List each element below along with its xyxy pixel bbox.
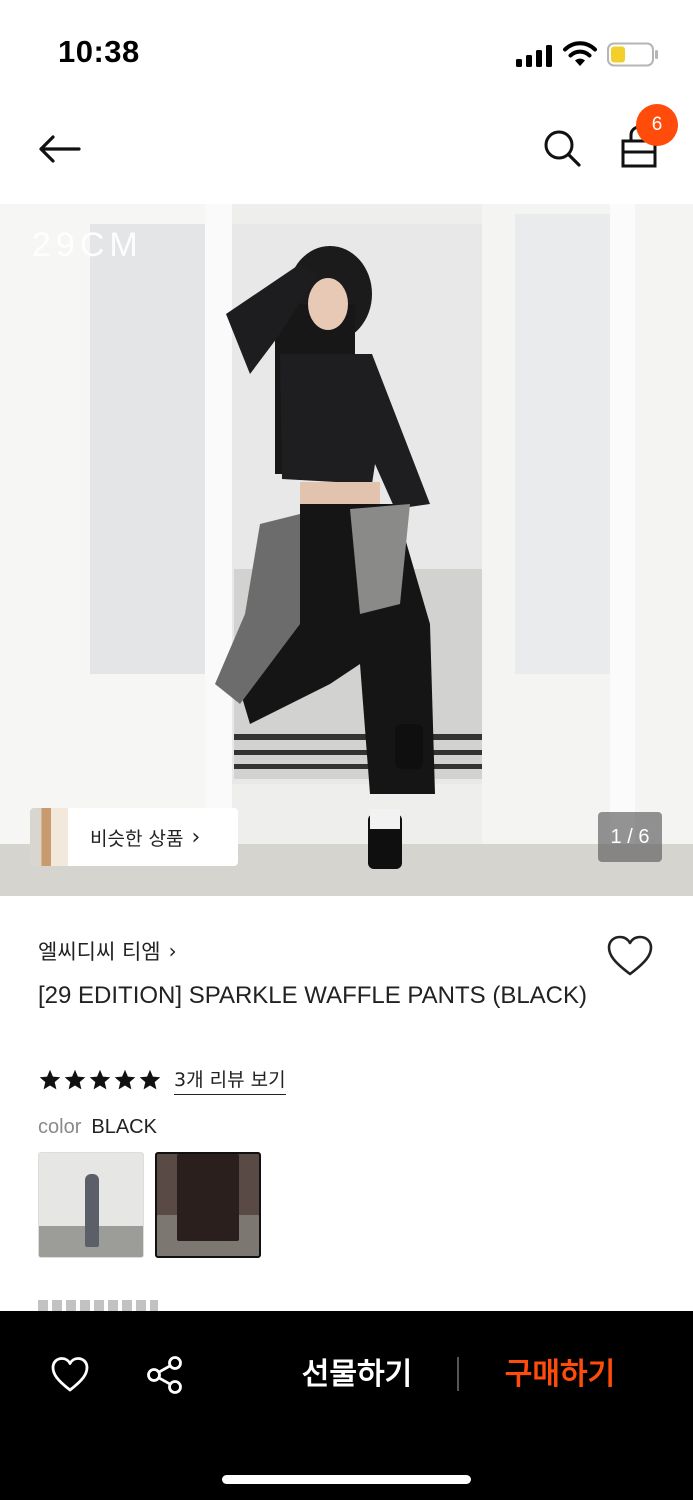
product-title: [29 EDITION] SPARKLE WAFFLE PANTS (BLACK…: [38, 982, 588, 1009]
color-swatch-gray[interactable]: [38, 1152, 144, 1258]
brand-name: 엘씨디씨 티엠: [38, 940, 161, 964]
product-photo: [0, 204, 693, 896]
status-time: 10:38: [58, 34, 140, 69]
star-icon: [139, 1069, 161, 1090]
home-indicator[interactable]: [222, 1475, 471, 1484]
bottom-action-bar: 선물하기 구매하기: [0, 1311, 693, 1500]
chevron-right-icon: ›: [191, 824, 201, 850]
share-button[interactable]: [146, 1355, 184, 1395]
similar-products-button[interactable]: 비슷한 상품 ›: [30, 808, 238, 866]
like-button[interactable]: [50, 1355, 90, 1395]
rating-row: 3개 리뷰 보기: [38, 1064, 286, 1096]
brand-watermark-logo: 29CM: [32, 226, 143, 264]
search-button[interactable]: [538, 122, 586, 174]
cart-count-badge: 6: [636, 104, 678, 146]
back-button[interactable]: [34, 124, 84, 174]
star-icon: [114, 1069, 136, 1090]
app-header: [0, 100, 693, 204]
status-bar: 10:38: [0, 0, 693, 100]
wifi-icon: [563, 41, 597, 66]
heart-icon: [51, 1357, 89, 1392]
battery-icon: [607, 42, 658, 67]
wishlist-button[interactable]: [606, 934, 654, 978]
share-icon: [147, 1356, 182, 1394]
brand-link[interactable]: 엘씨디씨 티엠 ›: [38, 936, 177, 966]
color-swatch-black-selected[interactable]: [155, 1152, 261, 1258]
divider: [457, 1357, 459, 1391]
review-link[interactable]: 3개 리뷰 보기: [174, 1065, 286, 1095]
back-arrow-icon: [39, 135, 81, 163]
similar-product-thumbnail: [30, 808, 68, 866]
cellular-signal-icon: [516, 45, 552, 67]
color-value: BLACK: [91, 1116, 157, 1138]
gift-button[interactable]: 선물하기: [282, 1355, 432, 1395]
similar-products-label: 비슷한 상품: [90, 827, 184, 850]
star-icon: [39, 1069, 61, 1090]
star-icon: [64, 1069, 86, 1090]
star-icon: [89, 1069, 111, 1090]
image-page-indicator: 1 / 6: [598, 812, 662, 862]
color-option-row: color BLACK: [38, 1116, 157, 1139]
rating-stars: [38, 1068, 162, 1092]
color-label: color: [38, 1116, 82, 1138]
product-image-carousel[interactable]: 29CM 비슷한 상품 › 1 / 6: [0, 204, 693, 896]
search-icon: [544, 130, 581, 167]
buy-button[interactable]: 구매하기: [490, 1355, 630, 1395]
heart-outline-icon: [607, 935, 653, 976]
chevron-right-icon: ›: [168, 939, 177, 963]
